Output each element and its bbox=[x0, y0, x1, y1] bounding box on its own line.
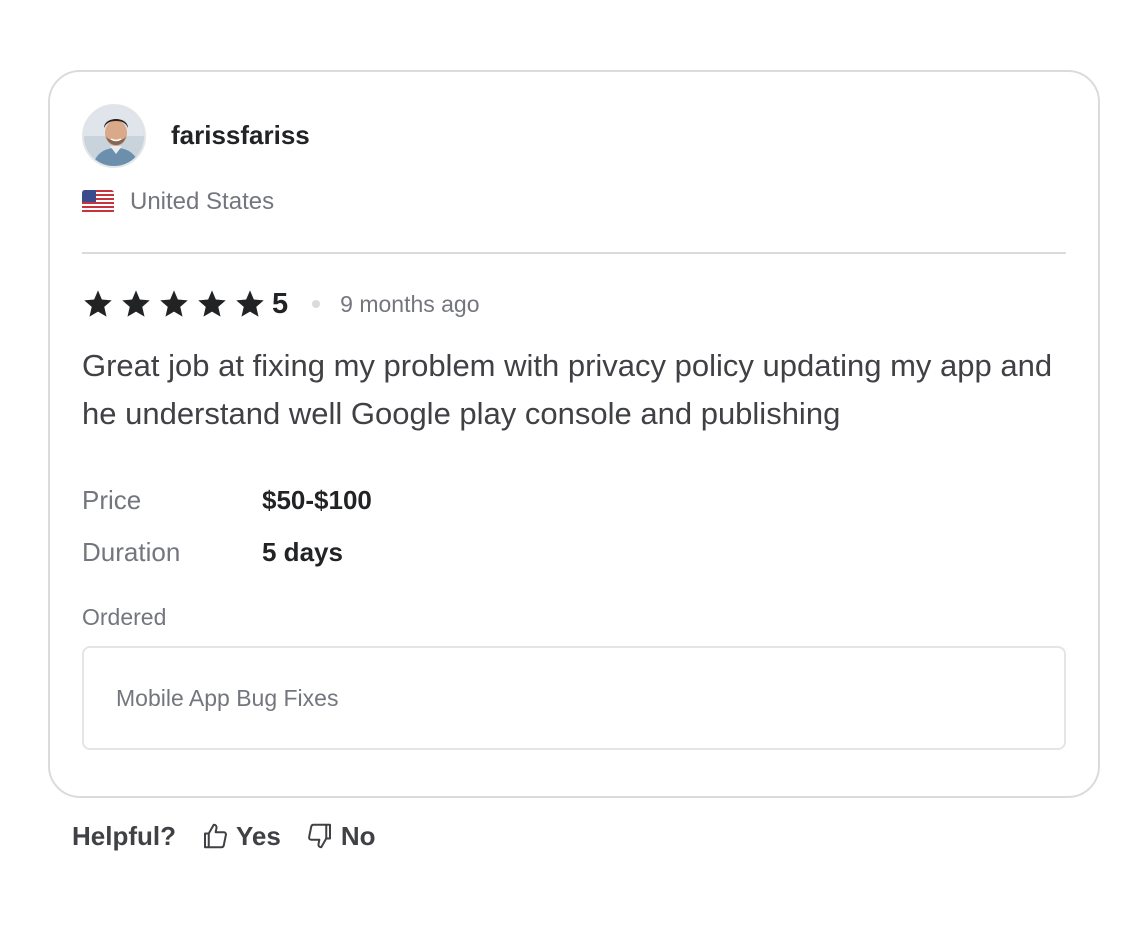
helpful-label: Helpful? bbox=[72, 820, 176, 851]
helpful-yes-label: Yes bbox=[236, 820, 281, 851]
ordered-gig-title: Mobile App Bug Fixes bbox=[116, 684, 339, 711]
us-flag-icon bbox=[82, 190, 114, 214]
reviewer-username[interactable]: farissfariss bbox=[171, 120, 310, 151]
review-card: farissfariss United States 5 9 months ag… bbox=[48, 70, 1100, 798]
country-name: United States bbox=[130, 188, 275, 215]
duration-row: Duration 5 days bbox=[82, 526, 372, 578]
helpful-no-label: No bbox=[340, 820, 376, 851]
star-icon bbox=[236, 290, 264, 317]
rating-value: 5 bbox=[272, 287, 289, 320]
star-rating bbox=[82, 288, 272, 320]
order-details: Price $50-$100 Duration 5 days bbox=[82, 474, 372, 578]
thumbs-up-icon bbox=[204, 823, 227, 849]
review-text: Great job at fixing my problem with priv… bbox=[82, 348, 1053, 431]
thumbs-down-icon bbox=[307, 823, 331, 849]
ordered-label: Ordered bbox=[82, 604, 167, 630]
divider bbox=[82, 252, 1066, 254]
star-icon bbox=[198, 290, 226, 317]
helpful-yes-button[interactable]: Yes bbox=[200, 821, 281, 852]
rating-row: 5 9 months ago bbox=[82, 286, 480, 322]
reviewer-avatar[interactable] bbox=[82, 104, 146, 168]
review-time: 9 months ago bbox=[340, 290, 480, 317]
reviewer-country: United States bbox=[82, 188, 274, 216]
helpful-bar: Helpful? Yes No bbox=[72, 818, 400, 854]
helpful-no-button[interactable]: No bbox=[305, 821, 376, 852]
star-icon bbox=[122, 290, 150, 317]
star-icon bbox=[160, 290, 188, 317]
duration-label: Duration bbox=[82, 536, 181, 567]
star-icon bbox=[84, 290, 112, 317]
avatar-image bbox=[84, 106, 144, 166]
price-label: Price bbox=[82, 484, 142, 515]
price-row: Price $50-$100 bbox=[82, 474, 372, 526]
separator-dot bbox=[312, 300, 321, 308]
duration-value: 5 days bbox=[262, 536, 343, 567]
price-value: $50-$100 bbox=[262, 484, 372, 515]
ordered-gig-link[interactable]: Mobile App Bug Fixes bbox=[82, 646, 1066, 750]
